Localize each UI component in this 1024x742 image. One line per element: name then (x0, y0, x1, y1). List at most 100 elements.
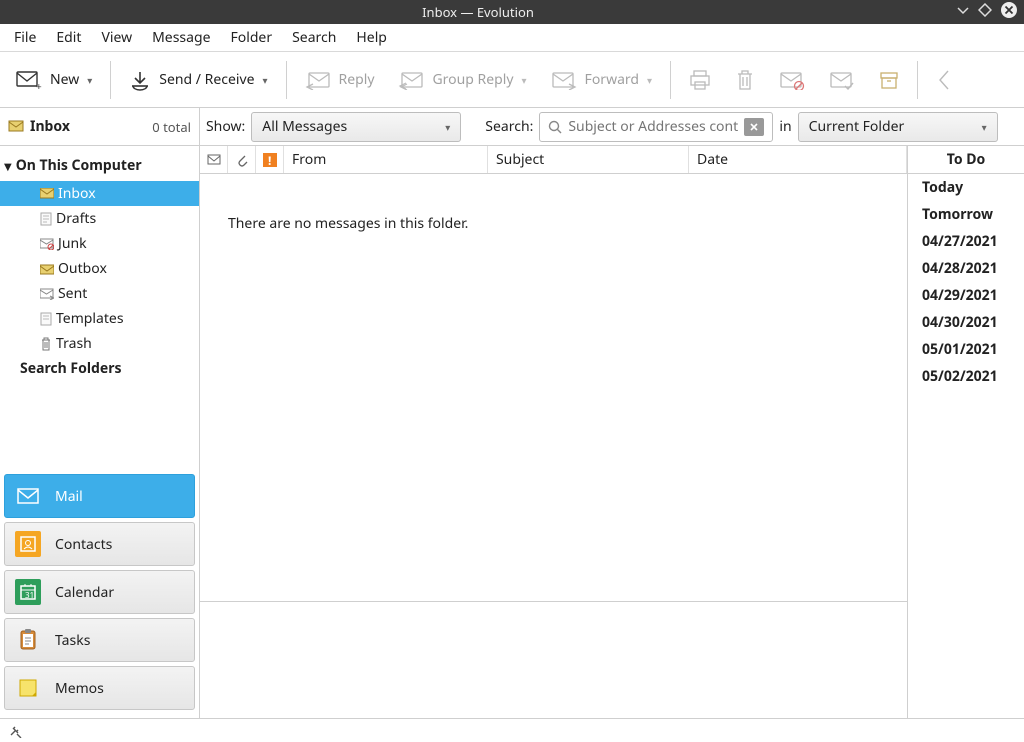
menu-message[interactable]: Message (142, 24, 220, 51)
col-read[interactable] (200, 146, 228, 173)
todo-item[interactable]: 05/01/2021 (908, 336, 1024, 363)
sent-icon (40, 288, 54, 300)
chevron-down-icon[interactable] (87, 70, 92, 89)
minimize-icon[interactable] (956, 3, 970, 22)
col-from[interactable]: From (284, 146, 488, 173)
message-list: ! From Subject Date There are no message… (200, 146, 908, 718)
col-date[interactable]: Date (689, 146, 907, 173)
show-combo[interactable]: All Messages (251, 112, 461, 142)
folder-junk[interactable]: Junk (0, 231, 199, 256)
search-folders-label: Search Folders (20, 359, 122, 378)
forward-button: Forward (541, 60, 663, 100)
show-label: Show: (206, 117, 245, 136)
separator (670, 61, 671, 99)
search-input[interactable] (568, 117, 738, 136)
attachment-icon (236, 153, 248, 167)
folder-title: Inbox (30, 117, 70, 136)
folder-count: 0 total (152, 118, 191, 136)
tree-root[interactable]: ▼ On This Computer (0, 150, 199, 181)
col-priority[interactable]: ! (256, 146, 284, 173)
junk-button (769, 60, 815, 100)
mail-new-icon: + (16, 69, 42, 91)
todo-item[interactable]: 05/02/2021 (908, 363, 1024, 390)
folder-tree: ▼ On This Computer Inbox Drafts Junk Out… (0, 146, 199, 466)
sendreceive-button[interactable]: Send / Receive (119, 60, 277, 100)
folder-header: Inbox 0 total (0, 108, 200, 145)
search-label: Search: (485, 117, 533, 136)
separator (917, 61, 918, 99)
message-preview (200, 602, 907, 718)
folder-sent[interactable]: Sent (0, 281, 199, 306)
mail-icon (15, 483, 41, 509)
switcher-contacts[interactable]: Contacts (4, 522, 195, 566)
main-area: ▼ On This Computer Inbox Drafts Junk Out… (0, 146, 1024, 718)
separator (110, 61, 111, 99)
menu-file[interactable]: File (4, 24, 46, 51)
chevron-down-icon (445, 117, 450, 136)
notjunk-icon (829, 70, 855, 90)
folder-label: Templates (56, 309, 124, 328)
switcher-tasks[interactable]: Tasks (4, 618, 195, 662)
chevron-down-icon[interactable] (262, 70, 267, 89)
drafts-icon (40, 212, 52, 226)
filterbar: Inbox 0 total Show: All Messages Search:… (0, 108, 1024, 146)
todo-item[interactable]: Tomorrow (908, 201, 1024, 228)
menubar: File Edit View Message Folder Search Hel… (0, 24, 1024, 52)
search-box[interactable] (539, 112, 773, 142)
switcher-label: Contacts (55, 535, 112, 554)
switcher-label: Mail (55, 487, 83, 506)
menu-search[interactable]: Search (282, 24, 346, 51)
maximize-icon[interactable] (978, 3, 992, 22)
switcher-mail[interactable]: Mail (4, 474, 195, 518)
col-subject[interactable]: Subject (488, 146, 689, 173)
archive-icon (879, 70, 899, 90)
folder-label: Inbox (58, 184, 96, 203)
inbox-icon (40, 188, 54, 200)
folder-outbox[interactable]: Outbox (0, 256, 199, 281)
chevron-down-icon (982, 117, 987, 136)
forward-icon (551, 70, 577, 90)
reply-button: Reply (295, 60, 385, 100)
switcher-calendar[interactable]: 31 Calendar (4, 570, 195, 614)
col-attachment[interactable] (228, 146, 256, 173)
close-icon[interactable] (1000, 1, 1018, 24)
new-button[interactable]: + New (6, 60, 102, 100)
sendreceive-label: Send / Receive (159, 70, 254, 89)
window-title: Inbox — Evolution (0, 3, 956, 21)
plug-icon[interactable] (8, 724, 22, 738)
tree-search-folders[interactable]: Search Folders (0, 356, 199, 381)
titlebar: Inbox — Evolution (0, 0, 1024, 24)
folder-trash[interactable]: Trash (0, 331, 199, 356)
groupreply-label: Group Reply (432, 70, 513, 89)
todo-item[interactable]: 04/30/2021 (908, 309, 1024, 336)
svg-text:31: 31 (25, 590, 34, 601)
in-combo[interactable]: Current Folder (798, 112, 998, 142)
forward-label: Forward (585, 70, 640, 89)
chevron-down-icon (647, 70, 652, 89)
menu-help[interactable]: Help (346, 24, 397, 51)
clear-search-icon[interactable] (744, 118, 764, 136)
folder-label: Sent (58, 284, 87, 303)
chevron-down-icon (522, 70, 527, 89)
folder-inbox[interactable]: Inbox (0, 181, 199, 206)
menu-edit[interactable]: Edit (46, 24, 91, 51)
todo-item[interactable]: 04/27/2021 (908, 228, 1024, 255)
todo-item[interactable]: 04/28/2021 (908, 255, 1024, 282)
folder-templates[interactable]: Templates (0, 306, 199, 331)
todo-item[interactable]: Today (908, 174, 1024, 201)
column-headers: ! From Subject Date (200, 146, 907, 174)
menu-folder[interactable]: Folder (220, 24, 282, 51)
menu-view[interactable]: View (91, 24, 142, 51)
back-button (926, 60, 962, 100)
todo-item[interactable]: 04/29/2021 (908, 282, 1024, 309)
svg-text:+: + (36, 79, 42, 91)
switcher-memos[interactable]: Memos (4, 666, 195, 710)
folder-label: Trash (56, 334, 92, 353)
folder-drafts[interactable]: Drafts (0, 206, 199, 231)
reply-icon (305, 70, 331, 90)
delete-button (725, 60, 765, 100)
tasks-icon (15, 627, 41, 653)
envelope-icon (207, 154, 221, 166)
switcher: Mail Contacts 31 Calendar Tasks Memos (0, 466, 199, 718)
tree-root-label: On This Computer (16, 156, 142, 175)
